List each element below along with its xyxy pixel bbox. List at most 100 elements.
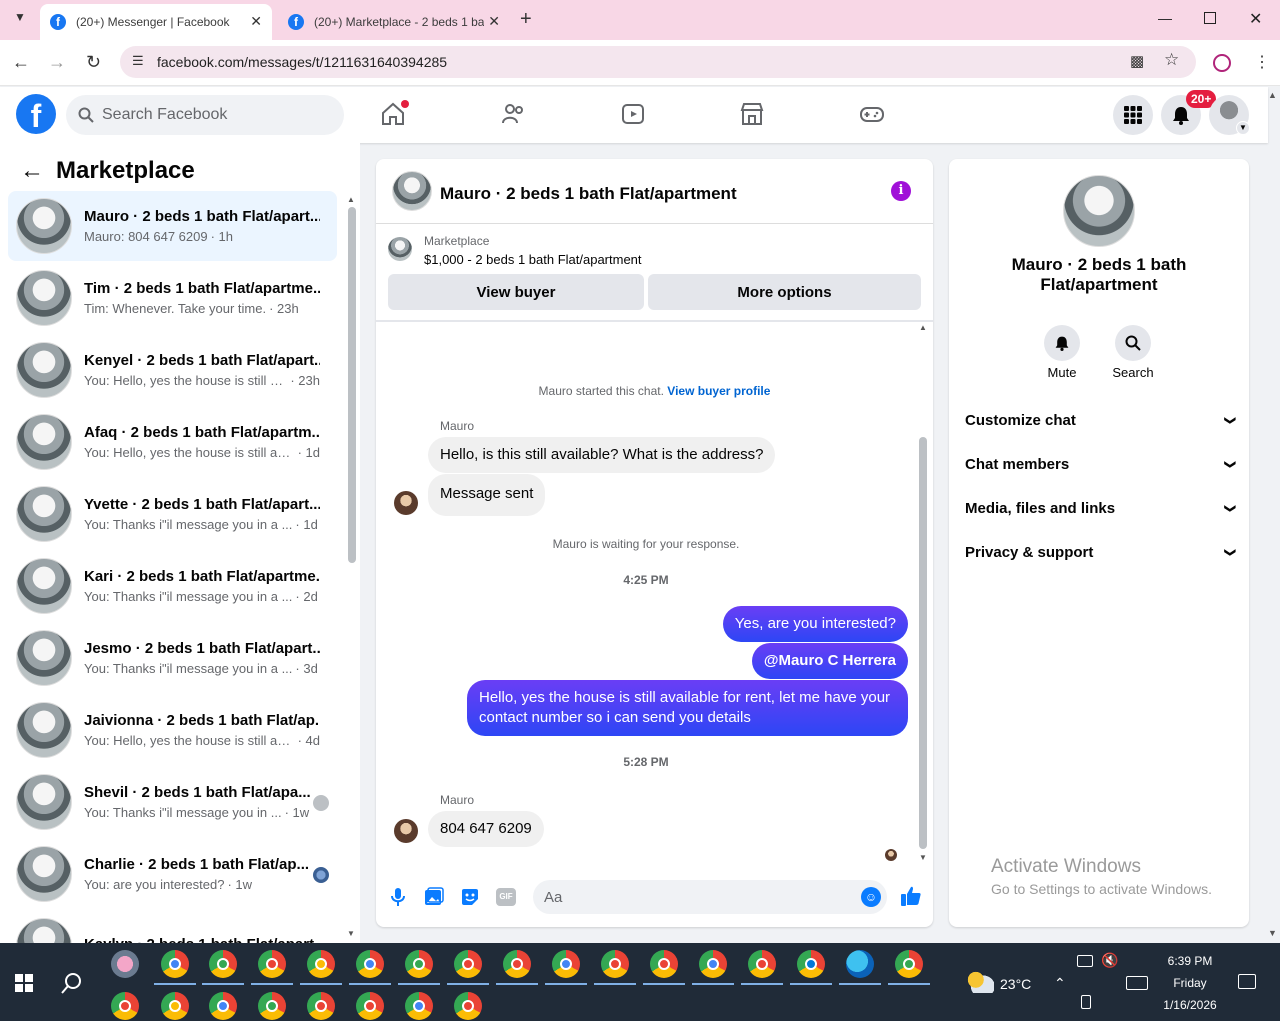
chat-list-item[interactable]: Shevil · 2 beds 1 bath Flat/apa... You: T…	[8, 767, 337, 837]
chrome-browser-icon[interactable]	[601, 950, 629, 978]
chrome-browser-icon[interactable]	[356, 992, 384, 1020]
chrome-browser-icon[interactable]	[650, 950, 678, 978]
chat-list-item[interactable]: Jaivionna · 2 beds 1 bath Flat/ap... You:…	[8, 695, 337, 765]
conversation-title[interactable]: Mauro · 2 beds 1 bath Flat/apartment	[440, 184, 737, 204]
chat-list-scroll-down[interactable]: ▼	[347, 929, 355, 938]
chat-list-item[interactable]: Charlie · 2 beds 1 bath Flat/ap... You: a…	[8, 839, 337, 909]
close-window-button[interactable]: ✕	[1249, 9, 1262, 29]
chat-list-item[interactable]: Kenyel · 2 beds 1 bath Flat/apart... You:…	[8, 335, 337, 405]
back-icon[interactable]: ←	[12, 52, 30, 73]
meet-now-icon[interactable]	[1081, 995, 1091, 1009]
chat-list-item[interactable]: Yvette · 2 beds 1 bath Flat/apart... You:…	[8, 479, 337, 549]
network-icon[interactable]	[1077, 955, 1093, 967]
chrome-browser-icon[interactable]	[405, 950, 433, 978]
chrome-browser-icon[interactable]	[454, 950, 482, 978]
chrome-browser-icon[interactable]	[307, 950, 335, 978]
incoming-message[interactable]: 804 647 6209	[428, 811, 544, 847]
message-scrollbar[interactable]	[919, 437, 927, 849]
chrome-browser-icon[interactable]	[552, 950, 580, 978]
show-hidden-icons-icon[interactable]: ⌃	[1054, 975, 1066, 992]
chrome-browser-icon[interactable]	[748, 950, 776, 978]
minimize-button[interactable]: —	[1158, 10, 1172, 26]
facebook-logo-icon[interactable]: f	[16, 94, 56, 134]
sender-avatar[interactable]	[394, 819, 418, 843]
clock-time[interactable]: 6:39 PM	[1160, 954, 1220, 968]
outgoing-message[interactable]: @Mauro C Herrera	[751, 643, 908, 679]
listing-thumbnail[interactable]	[388, 237, 412, 261]
privacy-support-section[interactable]: Privacy & support ❯	[965, 530, 1236, 574]
notification-center-icon[interactable]	[1238, 974, 1256, 989]
close-tab-icon[interactable]: ✕	[250, 13, 262, 30]
clock-day[interactable]: Friday	[1160, 976, 1220, 990]
chrome-browser-icon[interactable]	[209, 992, 237, 1020]
bookmark-star-icon[interactable]: ☆	[1164, 50, 1179, 70]
search-in-chat-button[interactable]	[1115, 325, 1151, 361]
chat-list-item[interactable]: Tim · 2 beds 1 bath Flat/apartme... Tim: …	[8, 263, 337, 333]
chrome-browser-icon[interactable]	[503, 950, 531, 978]
chrome-browser-icon[interactable]	[258, 950, 286, 978]
chrome-browser-icon[interactable]	[307, 992, 335, 1020]
incoming-message[interactable]: Hello, is this still available? What is …	[428, 437, 776, 473]
profile-avatar[interactable]	[1063, 175, 1135, 247]
restore-button[interactable]	[1204, 12, 1216, 24]
omnibox[interactable]: ☰ facebook.com/messages/t/12116316403942…	[120, 46, 1196, 78]
chrome-browser-icon[interactable]	[797, 950, 825, 978]
microphone-icon[interactable]	[390, 887, 406, 907]
chrome-browser-icon[interactable]	[405, 992, 433, 1020]
close-tab-icon[interactable]: ✕	[488, 13, 500, 30]
outgoing-message[interactable]: Hello, yes the house is still available …	[467, 680, 908, 736]
chrome-browser-icon[interactable]	[895, 950, 923, 978]
info-icon[interactable]: i	[891, 181, 911, 201]
chat-list-item[interactable]: Mauro · 2 beds 1 bath Flat/apart... Mauro…	[8, 191, 337, 261]
view-buyer-button[interactable]: View buyer	[388, 274, 644, 310]
profile-icon[interactable]	[1213, 54, 1231, 72]
back-arrow-icon[interactable]: ←	[20, 157, 44, 185]
outgoing-message[interactable]: Yes, are you interested?	[722, 606, 908, 642]
windows-start-icon[interactable]	[15, 974, 33, 992]
site-info-icon[interactable]: ☰	[132, 53, 144, 69]
thumbs-up-icon[interactable]	[900, 885, 922, 907]
incoming-message[interactable]: Message sent	[428, 474, 546, 516]
sender-avatar[interactable]	[394, 491, 418, 515]
chrome-browser-icon[interactable]	[258, 992, 286, 1020]
chat-list-scrollbar[interactable]	[348, 207, 356, 563]
volume-muted-icon[interactable]: 🔇	[1101, 952, 1118, 969]
listing-description[interactable]: $1,000 - 2 beds 1 bath Flat/apartment	[424, 252, 642, 267]
url-text[interactable]: facebook.com/messages/t/1211631640394285	[157, 54, 447, 70]
sticker-icon[interactable]	[460, 887, 480, 907]
search-facebook-input[interactable]: Search Facebook	[66, 95, 344, 135]
tab-messenger[interactable]: f (20+) Messenger | Facebook ✕	[40, 4, 272, 40]
customize-chat-section[interactable]: Customize chat ❯	[965, 398, 1236, 442]
media-files-links-section[interactable]: Media, files and links ❯	[965, 486, 1236, 530]
menu-grid-button[interactable]	[1113, 95, 1153, 135]
chrome-browser-icon[interactable]	[209, 950, 237, 978]
weather-icon[interactable]	[966, 971, 994, 993]
forward-icon[interactable]: →	[48, 52, 66, 73]
chrome-browser-icon[interactable]	[454, 992, 482, 1020]
gaming-icon[interactable]	[859, 101, 885, 127]
taskbar-app-icon[interactable]	[111, 950, 139, 978]
video-icon[interactable]	[620, 101, 646, 127]
install-app-icon[interactable]: ▩	[1130, 52, 1144, 70]
chrome-browser-icon[interactable]	[161, 992, 189, 1020]
chat-list-item[interactable]: Afaq · 2 beds 1 bath Flat/apartm... You: …	[8, 407, 337, 477]
tab-marketplace[interactable]: f (20+) Marketplace - 2 beds 1 ba ✕	[278, 4, 510, 40]
page-scrollbar-down[interactable]: ▼	[1268, 928, 1277, 938]
friends-icon[interactable]	[500, 101, 526, 127]
new-tab-button[interactable]: +	[520, 8, 532, 31]
message-scroll-up[interactable]: ▲	[919, 323, 927, 332]
menu-icon[interactable]: ⋮	[1254, 52, 1270, 72]
chrome-browser-icon[interactable]	[699, 950, 727, 978]
taskbar-search-icon[interactable]	[61, 972, 83, 994]
message-input[interactable]: Aa ☺	[533, 880, 887, 914]
view-buyer-profile-link[interactable]: View buyer profile	[667, 384, 770, 398]
marketplace-icon[interactable]	[739, 101, 765, 127]
conversation-avatar[interactable]	[392, 171, 432, 211]
account-chevron-icon[interactable]: ▼	[1236, 121, 1250, 135]
edge-browser-icon[interactable]	[846, 950, 874, 978]
chrome-browser-icon[interactable]	[161, 950, 189, 978]
more-options-button[interactable]: More options	[648, 274, 921, 310]
chrome-browser-icon[interactable]	[356, 950, 384, 978]
temperature[interactable]: 23°C	[1000, 976, 1031, 992]
emoji-icon[interactable]: ☺	[861, 887, 881, 907]
